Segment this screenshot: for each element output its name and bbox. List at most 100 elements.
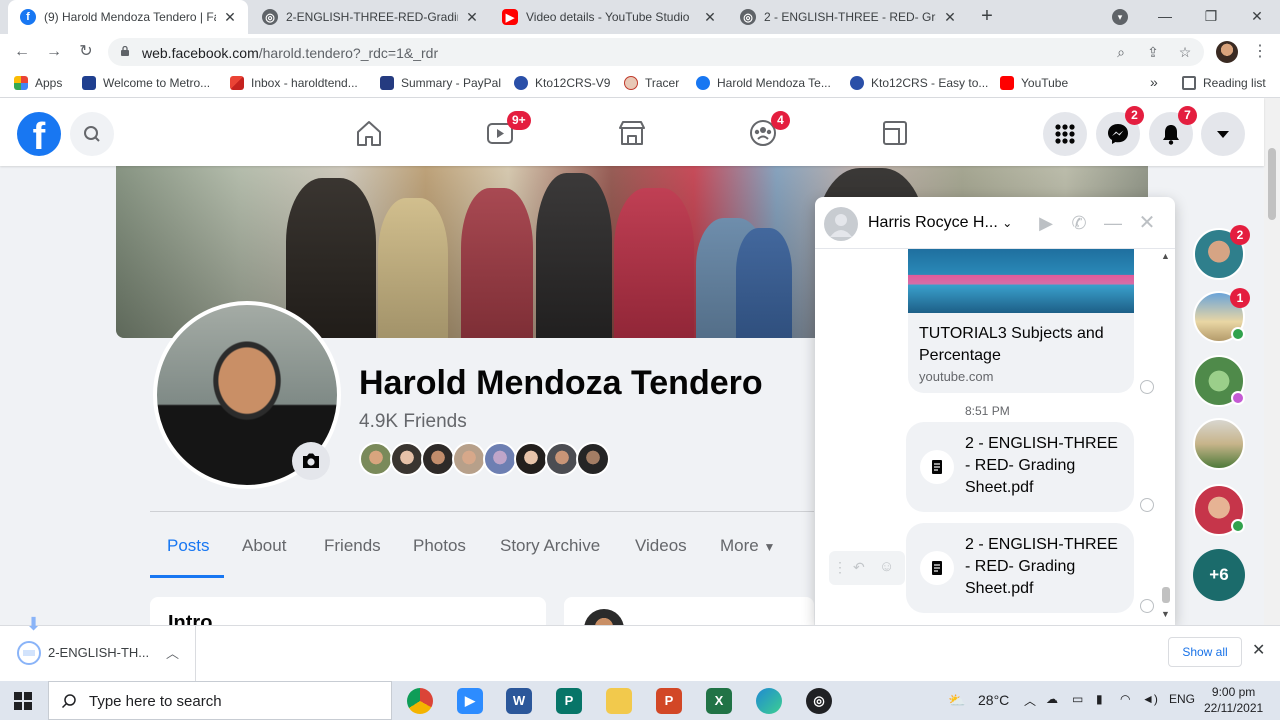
chat-contact-avatar[interactable] [824,207,858,241]
tab-youtube-studio[interactable]: ▶ Video details - YouTube Studio ✕ [490,0,728,34]
taskbar-search-box[interactable]: Type here to search [48,681,392,720]
tab-story-archive[interactable]: Story Archive [500,536,600,556]
home-icon[interactable] [354,118,384,148]
wifi-icon[interactable]: ◠ [1120,692,1130,706]
window-close-icon[interactable]: ✕ [1234,0,1280,32]
gaming-icon[interactable] [880,118,910,148]
tray-overflow-icon[interactable]: ︿ [1024,692,1036,709]
weather-icon[interactable]: ⛅ [948,692,965,709]
more-options-icon[interactable]: ⋮ [833,559,847,576]
address-bar[interactable]: web.facebook.com/harold.tendero?_rdc=1&_… [108,38,1204,66]
file-attachment[interactable]: 2 - ENGLISH-THREE - RED- Grading Sheet.p… [906,422,1134,512]
new-tab-button[interactable]: + [976,6,998,28]
link-preview-thumbnail[interactable] [908,249,1134,313]
tab-facebook-profile[interactable]: f (9) Harold Mendoza Tendero | Fa ✕ [8,0,248,34]
phone-icon[interactable]: ✆ [1068,212,1090,234]
menu-kebab-icon[interactable]: ⋮ [1252,41,1268,63]
page-scroll-thumb[interactable] [1268,148,1276,220]
friend-avatar[interactable] [452,442,486,476]
word-taskbar-icon[interactable]: W [506,688,532,714]
tab-grading-sheet[interactable]: ◎ 2-ENGLISH-THREE-RED-Grading ✕ [250,0,490,34]
windows-start-icon[interactable] [14,692,32,710]
tab-posts[interactable]: Posts [167,536,210,556]
zoom-taskbar-icon[interactable]: ▶ [457,688,483,714]
friend-avatar[interactable] [576,442,610,476]
chat-scrollbar[interactable]: ▲ ▼ [1157,249,1175,625]
tab-grading-sheet-2[interactable]: ◎ 2 - ENGLISH-THREE - RED- Grad ✕ [728,0,968,34]
file-attachment[interactable]: 2 - ENGLISH-THREE - RED- Grading Sheet.p… [906,523,1134,613]
close-icon[interactable]: ✕ [464,9,480,26]
close-chat-icon[interactable]: ✕ [1136,212,1158,234]
menu-button[interactable] [1043,112,1087,156]
zoom-icon[interactable]: ⌕ [1112,43,1130,61]
powerpoint-taskbar-icon[interactable]: P [656,688,682,714]
tab-about[interactable]: About [242,536,286,556]
chat-header[interactable]: Harris Rocyce H... ⌄ ▶ ✆ — ✕ [815,197,1175,249]
bookmark-star-icon[interactable]: ☆ [1176,43,1194,61]
forward-icon[interactable]: → [42,40,66,64]
bookmark-metrobank[interactable]: Welcome to Metro... [82,76,210,90]
restore-icon[interactable]: ❐ [1188,0,1234,32]
chat-contact-name[interactable]: Harris Rocyce H... ⌄ [868,214,1012,232]
taskbar-clock[interactable]: 9:00 pm 22/11/2021 [1204,684,1263,716]
language-indicator[interactable]: ENG [1169,692,1195,706]
friend-avatar[interactable] [390,442,424,476]
reload-icon[interactable]: ↻ [74,40,98,64]
download-item[interactable]: ⬇ 2-ENGLISH-TH... ︿ [0,614,196,681]
bookmark-apps[interactable]: Apps [14,76,62,90]
profile-avatar[interactable] [1216,41,1238,63]
friend-avatar[interactable] [514,442,548,476]
update-photo-button[interactable] [292,442,330,480]
file-explorer-taskbar-icon[interactable] [606,688,632,714]
back-icon[interactable]: ← [10,40,34,64]
bookmarks-overflow-icon[interactable]: » [1150,74,1158,90]
tab-search-icon[interactable]: ▾ [1112,9,1128,25]
facebook-logo-icon[interactable]: f [17,112,61,158]
friend-avatar[interactable] [545,442,579,476]
tab-videos[interactable]: Videos [635,536,687,556]
share-icon[interactable]: ⇪ [1144,43,1162,61]
tab-friends[interactable]: Friends [324,536,381,556]
friend-avatar[interactable] [359,442,393,476]
chat-scroll-thumb[interactable] [1162,587,1170,603]
reply-icon[interactable]: ↶ [853,559,865,576]
minimize-chat-icon[interactable]: — [1102,212,1124,234]
friend-avatar[interactable] [483,442,517,476]
obs-taskbar-icon[interactable]: ◎ [806,688,832,714]
network-icon[interactable]: ▭ [1072,692,1083,706]
show-all-downloads-button[interactable]: Show all [1168,637,1242,667]
facebook-search-button[interactable] [70,112,114,156]
bookmark-paypal[interactable]: Summary - PayPal [380,76,501,90]
more-chat-heads-button[interactable]: +6 [1193,549,1245,601]
battery-icon[interactable]: ▮ [1096,692,1103,706]
scroll-up-icon[interactable]: ▲ [1161,251,1170,261]
tab-photos[interactable]: Photos [413,536,466,556]
scroll-down-icon[interactable]: ▼ [1161,609,1170,619]
react-icon[interactable]: ☺ [879,558,894,575]
tab-more[interactable]: More ▼ [720,536,775,556]
lock-icon[interactable] [120,46,130,56]
bookmark-youtube[interactable]: YouTube [1000,76,1068,90]
excel-taskbar-icon[interactable]: X [706,688,732,714]
account-menu-button[interactable] [1201,112,1245,156]
close-icon[interactable]: ✕ [702,9,718,26]
page-scrollbar[interactable] [1264,98,1280,625]
chevron-up-icon[interactable]: ︿ [166,643,179,662]
chrome-taskbar-icon[interactable] [407,688,433,714]
close-icon[interactable]: ✕ [222,9,238,26]
chat-head-contact[interactable] [1193,418,1245,470]
link-preview-card[interactable]: TUTORIAL3 Subjects and Percentage youtub… [908,313,1134,393]
edge-taskbar-icon[interactable] [756,688,782,714]
volume-icon[interactable]: ◄) [1142,692,1158,706]
close-shelf-icon[interactable]: ✕ [1252,640,1265,660]
video-call-icon[interactable]: ▶ [1035,212,1057,234]
close-icon[interactable]: ✕ [942,9,958,26]
bookmark-kto12crs[interactable]: Kto12CRS - Easy to... [850,76,988,90]
bookmark-kto12crs-v9[interactable]: Kto12CRS-V9 [514,76,610,90]
cloud-icon[interactable]: ☁ [1046,692,1058,706]
reading-list-button[interactable]: Reading list [1182,76,1266,90]
marketplace-icon[interactable] [617,118,647,148]
minimize-icon[interactable]: — [1142,0,1188,32]
bookmark-facebook-profile[interactable]: Harold Mendoza Te... [696,76,831,90]
friend-avatar[interactable] [421,442,455,476]
